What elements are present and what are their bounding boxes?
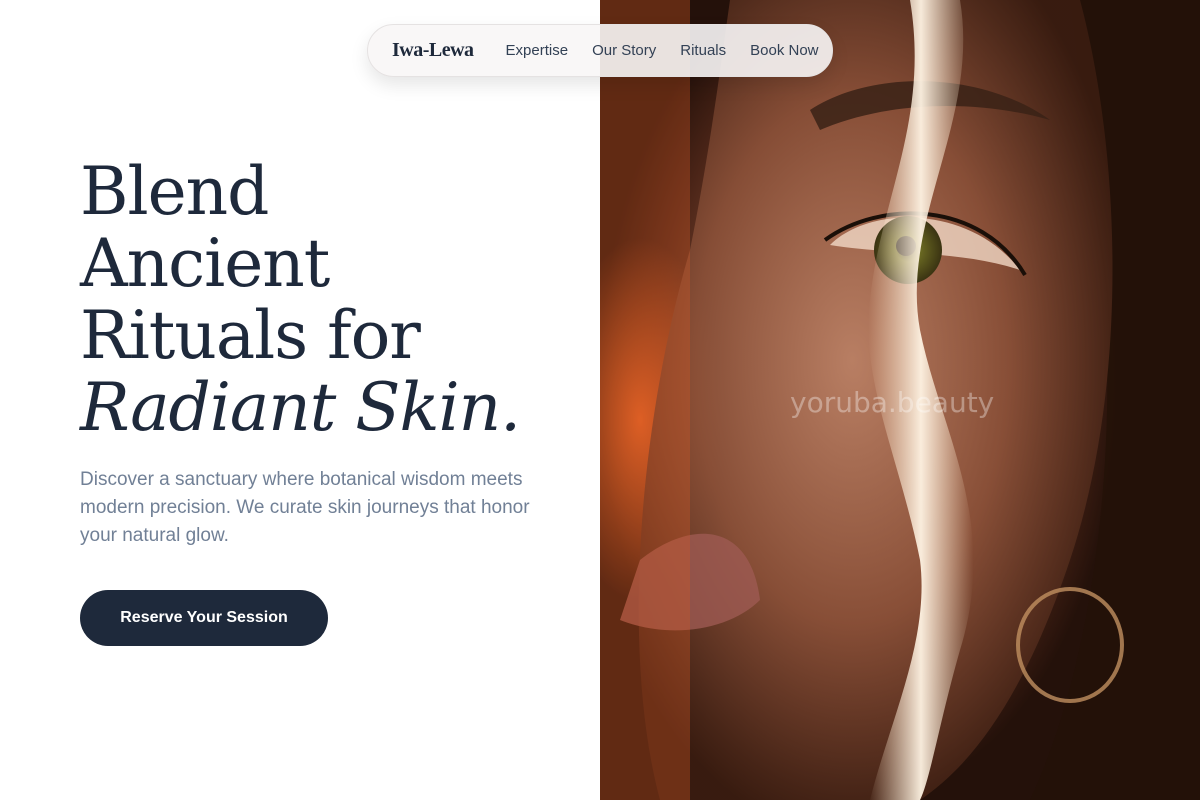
headline-line-3: Rituals for — [80, 297, 421, 374]
hero-headline: Blend Ancient Rituals for Radiant Skin. — [80, 156, 580, 444]
nav-link-rituals[interactable]: Rituals — [680, 42, 726, 59]
nav-link-our-story[interactable]: Our Story — [592, 42, 656, 59]
top-navigation: Iwa-Lewa Expertise Our Story Rituals Boo… — [367, 24, 833, 77]
headline-accent: Radiant Skin. — [80, 369, 521, 446]
nav-link-expertise[interactable]: Expertise — [506, 42, 569, 59]
photo-watermark: yoruba.beauty — [790, 386, 995, 419]
hero-description: Discover a sanctuary where botanical wis… — [80, 469, 530, 546]
reserve-session-button[interactable]: Reserve Your Session — [80, 590, 328, 646]
headline-line-1: Blend — [80, 153, 269, 230]
nav-link-book-now[interactable]: Book Now — [750, 42, 818, 59]
headline-line-2: Ancient — [80, 225, 330, 302]
brand-logo[interactable]: Iwa-Lewa — [392, 39, 474, 62]
